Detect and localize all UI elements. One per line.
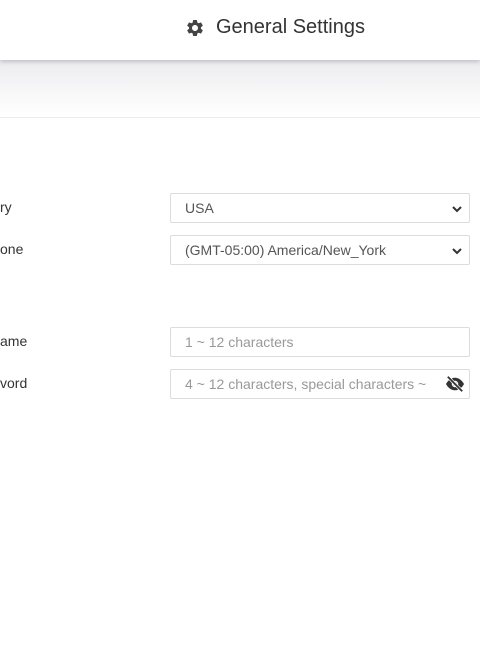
password-label: vord [0, 375, 28, 391]
country-label: ry [0, 199, 12, 215]
password-placeholder: 4 ~ 12 characters, special characters ~ [185, 376, 427, 392]
country-select[interactable]: USA [170, 193, 470, 223]
username-placeholder: 1 ~ 12 characters [185, 334, 294, 350]
country-select-value: USA [185, 200, 214, 216]
username-input[interactable]: 1 ~ 12 characters [170, 327, 470, 357]
page-title-text: General Settings [216, 16, 365, 38]
timezone-select[interactable]: (GMT-05:00) America/New_York [170, 235, 470, 265]
header-bar: General Settings [0, 0, 480, 60]
gear-icon [187, 19, 203, 36]
page-title: General Settings [185, 16, 365, 39]
chevron-down-icon [452, 248, 462, 255]
chevron-down-icon [452, 206, 462, 213]
sub-header-bar [0, 60, 480, 118]
eye-slash-icon[interactable] [444, 375, 466, 393]
timezone-select-value: (GMT-05:00) America/New_York [185, 242, 386, 258]
password-input[interactable]: 4 ~ 12 characters, special characters ~ [170, 369, 470, 399]
timezone-label: one [0, 241, 24, 257]
username-label: ame [0, 333, 28, 349]
